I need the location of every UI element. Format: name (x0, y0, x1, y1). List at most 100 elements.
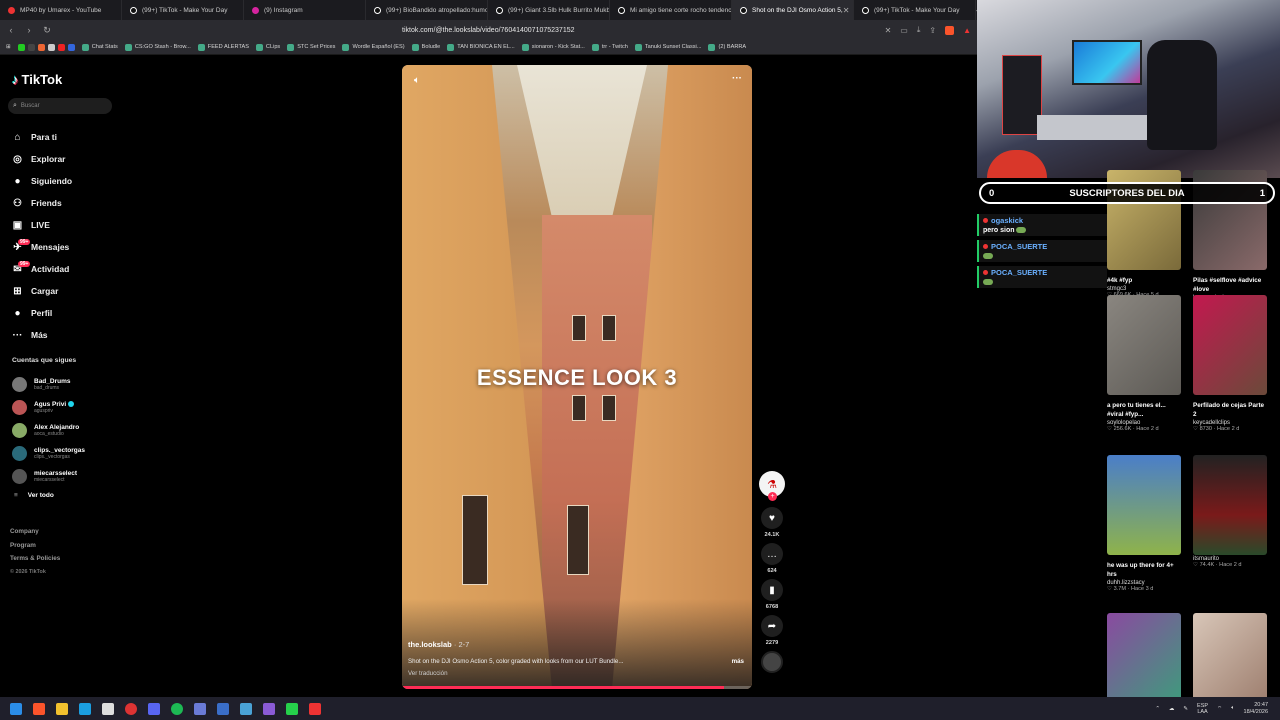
browser-tab[interactable]: (9) Instagram (244, 0, 366, 20)
like-button[interactable]: ♥ 24.1K (759, 507, 785, 538)
discord-icon[interactable] (148, 702, 160, 715)
related-video-card[interactable]: a pero tu tienes el... #viral #fyp... soy… (1107, 295, 1183, 432)
apps-icon[interactable]: ⊞ (6, 44, 11, 50)
file-explorer-icon[interactable] (56, 702, 68, 715)
close-tab-icon[interactable]: ✕ (843, 6, 850, 15)
browser-tab[interactable]: (99+) TikTok - Make Your Day (122, 0, 244, 20)
cast-icon[interactable]: ▭ (900, 26, 908, 35)
sidebar-item-following[interactable]: ● Siguiendo (12, 170, 72, 192)
browser-tab[interactable]: (99+) Giant 3.5lb Hulk Burrito Mukba (488, 0, 610, 20)
following-account[interactable]: Agus Privi aguspriv (12, 396, 85, 419)
forward-icon[interactable]: › (24, 25, 34, 35)
bookmark-item[interactable]: sionaron - Kick Stat... (521, 43, 585, 51)
card-title[interactable]: he was up there for 4+ hrs (1107, 561, 1183, 579)
video-progress-bar[interactable] (402, 686, 752, 689)
reload-icon[interactable]: ↻ (42, 25, 52, 36)
bookmark-item[interactable]: STC Set Prices (287, 43, 335, 51)
bookmark-item[interactable]: Boludle (411, 43, 440, 51)
bookmark-item[interactable]: Tanuki Sunset Classi... (634, 43, 701, 51)
footer-link-program[interactable]: Program (10, 539, 60, 553)
comment-button[interactable]: … 624 (759, 543, 785, 574)
volume-icon[interactable]: 🔈︎ (414, 75, 420, 86)
browser-tab[interactable]: Mi amigo tiene corte rocho tendenci (610, 0, 732, 20)
mute-tab-icon[interactable]: ✕ (885, 26, 892, 35)
card-title[interactable]: Pilas #selflove #advice #love (1193, 276, 1269, 294)
translate-button[interactable]: Ver traducción (408, 670, 448, 677)
share-icon[interactable]: ⇪ (929, 26, 936, 35)
following-account[interactable]: miecarsselect miecarsselect (12, 465, 85, 488)
following-account[interactable]: clips._vectorgas clips._vectorgas (12, 442, 85, 465)
following-account[interactable]: Alex Alejandro aoca_estudio (12, 419, 85, 442)
sidebar-item-activity[interactable]: ✉ 99+ Actividad (12, 258, 72, 280)
tiktok-logo[interactable]: ♪ TikTok (12, 72, 62, 87)
kick-icon[interactable] (286, 702, 298, 715)
bookmark-item[interactable]: CS:GO Stash - Brow... (124, 43, 191, 51)
chevron-up-icon[interactable]: ⌃ (1155, 706, 1160, 712)
sidebar-item-friends[interactable]: ⚇ Friends (12, 192, 72, 214)
clock[interactable]: 20:47 18/4/2026 (1244, 702, 1268, 716)
start-icon[interactable] (10, 702, 22, 715)
see-all-button[interactable]: ≡ Ver todo (14, 492, 54, 499)
video-thumbnail[interactable] (1107, 295, 1181, 395)
share-button[interactable]: ➦ 2279 (759, 615, 785, 646)
footer-link-terms[interactable]: Terms & Policies (10, 552, 60, 566)
bookmark-item[interactable]: TAN BIONICA EN EL... (447, 43, 515, 51)
bookmark-item[interactable]: (2) BARRA (708, 43, 746, 51)
video-thumbnail[interactable] (1193, 295, 1267, 395)
video-player[interactable]: ESSENCE LOOK 3 🔈︎ ··· the.lookslab · 2-7… (402, 65, 752, 689)
card-title[interactable]: #4k #fyp (1107, 276, 1183, 285)
bookmark-item[interactable]: CLips (255, 43, 280, 51)
more-options-icon[interactable]: ··· (732, 73, 742, 84)
back-icon[interactable]: ‹ (6, 25, 16, 35)
rewards-icon[interactable]: ▲ (963, 26, 971, 35)
brave-icon[interactable] (33, 702, 45, 715)
bookmark-item[interactable]: trr - Twitch (591, 43, 628, 51)
card-title[interactable]: Perfilado de cejas Parte 2 (1193, 401, 1269, 419)
obs-icon[interactable] (309, 702, 321, 715)
video-thumbnail[interactable] (1107, 455, 1181, 555)
more-description-button[interactable]: más (732, 658, 744, 665)
chrome-icon[interactable] (125, 702, 137, 715)
bookmark-item[interactable]: Wordle Español (ES) (342, 43, 405, 51)
sidebar-item-home[interactable]: ⌂ Para ti (12, 126, 72, 148)
network-icon[interactable]: ☁ (1169, 706, 1175, 712)
browser-tab[interactable]: MP40 by Umarex - YouTube (0, 0, 122, 20)
pen-icon[interactable]: ✎ (1183, 706, 1188, 712)
app-icon[interactable] (194, 702, 206, 715)
browser-tab[interactable]: (99+) BioBandido atropellado:humo (366, 0, 488, 20)
save-button[interactable]: ▮ 6768 (759, 579, 785, 610)
telegram-icon[interactable] (79, 702, 91, 715)
card-title[interactable]: a pero tu tienes el... #viral #fyp... (1107, 401, 1183, 419)
language-indicator[interactable]: ESP LAA (1197, 703, 1208, 715)
steam-icon[interactable] (102, 702, 114, 715)
download-icon[interactable]: ⤓ (917, 25, 921, 35)
related-video-card[interactable]: he was up there for 4+ hrs duhh.lizzstacy… (1107, 455, 1183, 592)
video-thumbnail[interactable] (1193, 455, 1267, 555)
sidebar-item-more[interactable]: ··· Más (12, 324, 72, 346)
browser-tab[interactable]: (99+) TikTok - Make Your Day (854, 0, 976, 20)
sidebar-item-profile[interactable]: ● Perfil (12, 302, 72, 324)
video-author[interactable]: the.lookslab · 2-7 (408, 640, 469, 649)
author-name[interactable]: the.lookslab (408, 640, 452, 649)
footer-link-company[interactable]: Company (10, 525, 60, 539)
creator-avatar[interactable]: ⚗ + (759, 471, 785, 501)
volume-tray-icon[interactable]: 🔈︎ (1231, 705, 1234, 712)
app-icon[interactable] (240, 702, 252, 715)
sidebar-item-upload[interactable]: ⊞ Cargar (12, 280, 72, 302)
bookmark-item[interactable]: FEED ALERTAS (197, 43, 249, 51)
brave-shield-icon[interactable] (945, 25, 955, 35)
spotify-icon[interactable] (171, 702, 183, 715)
sound-button[interactable] (759, 651, 785, 673)
wifi-icon[interactable]: ⌔ (1217, 705, 1222, 712)
related-video-card[interactable]: Perfilado de cejas Parte 2 keycadellclips… (1193, 295, 1269, 432)
browser-tab[interactable]: Shot on the DJI Osmo Action 5, ✕ (732, 0, 854, 20)
search-input[interactable]: ⌕ Buscar (8, 98, 112, 114)
url-field[interactable]: tiktok.com/@the.lookslab/video/760414007… (402, 27, 575, 34)
sidebar-item-live[interactable]: ▣ LIVE (12, 214, 72, 236)
following-account[interactable]: Bad_Drums bad_drums (12, 373, 85, 396)
follow-plus-icon[interactable]: + (768, 492, 777, 501)
bookmark-item[interactable]: Chat Stats (81, 43, 118, 51)
app-icon[interactable] (263, 702, 275, 715)
sidebar-item-messages[interactable]: ✈ 99+ Mensajes (12, 236, 72, 258)
app-icon[interactable] (217, 702, 229, 715)
